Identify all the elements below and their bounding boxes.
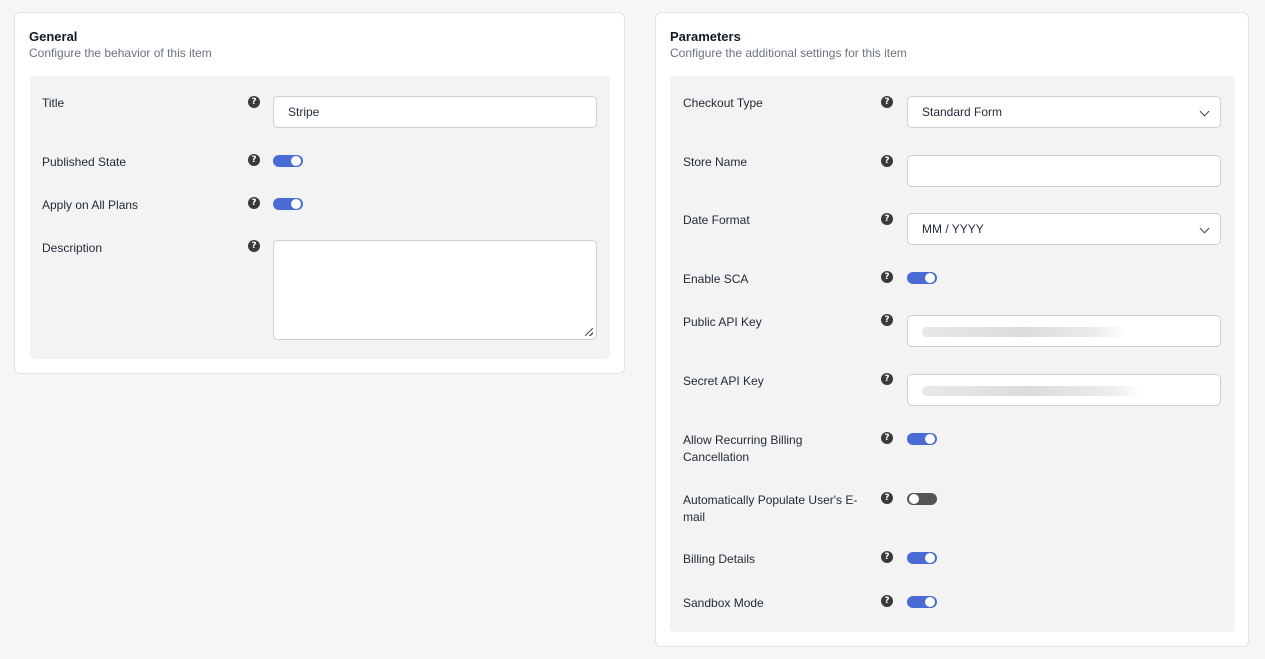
title-input[interactable]: Stripe — [273, 96, 597, 128]
parameters-header: Parameters Configure the additional sett… — [670, 29, 907, 61]
resize-grip-icon[interactable] — [585, 328, 593, 336]
question-circle-icon[interactable]: ? — [881, 213, 893, 225]
secret-api-key-label: Secret API Key — [683, 374, 764, 388]
general-title: General — [29, 29, 78, 44]
public-api-key-label: Public API Key — [683, 315, 762, 329]
toggle-knob — [925, 553, 935, 563]
checkout-type-select[interactable]: Standard Form — [907, 96, 1221, 128]
checkout-type-value: Standard Form — [922, 105, 1003, 119]
sandbox-mode-toggle[interactable] — [907, 596, 937, 608]
auto-populate-email-label-line2: mail — [683, 510, 706, 524]
parameters-fields-panel: Checkout Type ? Standard Form Store Name… — [670, 76, 1235, 632]
question-circle-icon[interactable]: ? — [881, 314, 893, 326]
toggle-knob — [291, 199, 301, 209]
allow-cancellation-toggle[interactable] — [907, 433, 937, 445]
published-state-toggle[interactable] — [273, 155, 303, 167]
apply-all-plans-toggle[interactable] — [273, 198, 303, 210]
auto-populate-email-toggle[interactable] — [907, 493, 937, 505]
general-card: General Configure the behavior of this i… — [14, 12, 625, 374]
secret-api-key-input[interactable] — [907, 374, 1221, 406]
published-state-label: Published State — [42, 155, 127, 169]
question-circle-icon[interactable]: ? — [881, 96, 893, 108]
question-circle-icon[interactable]: ? — [248, 197, 260, 209]
parameters-card: Parameters Configure the additional sett… — [655, 12, 1249, 647]
question-circle-icon[interactable]: ? — [881, 155, 893, 167]
toggle-knob — [925, 597, 935, 607]
description-label: Description — [42, 241, 103, 255]
question-circle-icon[interactable]: ? — [881, 432, 893, 444]
date-format-label: Date Format — [683, 213, 750, 227]
redacted-value — [922, 327, 1127, 337]
store-name-label: Store Name — [683, 155, 748, 169]
billing-details-toggle[interactable] — [907, 552, 937, 564]
auto-populate-email-label: Automatically Populate User's E- mail — [683, 492, 863, 526]
question-circle-icon[interactable]: ? — [248, 96, 260, 108]
sandbox-mode-label: Sandbox Mode — [683, 596, 764, 610]
apply-all-plans-label: Apply on All Plans — [42, 198, 139, 212]
toggle-knob — [925, 273, 935, 283]
public-api-key-input[interactable] — [907, 315, 1221, 347]
billing-details-label: Billing Details — [683, 552, 756, 566]
enable-sca-label: Enable SCA — [683, 272, 749, 286]
question-circle-icon[interactable]: ? — [881, 492, 893, 504]
question-circle-icon[interactable]: ? — [881, 373, 893, 385]
store-name-input[interactable] — [907, 155, 1221, 187]
allow-cancellation-label: Allow Recurring Billing Cancellation — [683, 432, 853, 466]
redacted-value — [922, 386, 1142, 396]
auto-populate-email-label-line1: Automatically Populate User's E- — [683, 493, 858, 507]
title-label: Title — [42, 96, 65, 110]
toggle-knob — [909, 494, 919, 504]
general-subtitle: Configure the behavior of this item — [29, 46, 212, 60]
toggle-knob — [925, 434, 935, 444]
date-format-value: MM / YYYY — [922, 222, 984, 236]
question-circle-icon[interactable]: ? — [248, 154, 260, 166]
enable-sca-toggle[interactable] — [907, 272, 937, 284]
checkout-type-label: Checkout Type — [683, 96, 763, 110]
question-circle-icon[interactable]: ? — [881, 595, 893, 607]
parameters-subtitle: Configure the additional settings for th… — [670, 46, 907, 60]
description-textarea[interactable] — [273, 240, 597, 340]
question-circle-icon[interactable]: ? — [881, 271, 893, 283]
general-fields-panel: Title ? Stripe Published State ? Apply o… — [30, 76, 610, 359]
question-circle-icon[interactable]: ? — [248, 240, 260, 252]
parameters-title: Parameters — [670, 29, 741, 44]
general-header: General Configure the behavior of this i… — [29, 29, 212, 61]
toggle-knob — [291, 156, 301, 166]
chevron-down-icon — [1199, 106, 1210, 117]
question-circle-icon[interactable]: ? — [881, 551, 893, 563]
date-format-select[interactable]: MM / YYYY — [907, 213, 1221, 245]
allow-cancellation-label-line1: Allow Recurring Billing — [683, 433, 803, 447]
chevron-down-icon — [1199, 223, 1210, 234]
allow-cancellation-label-line2: Cancellation — [683, 450, 750, 464]
